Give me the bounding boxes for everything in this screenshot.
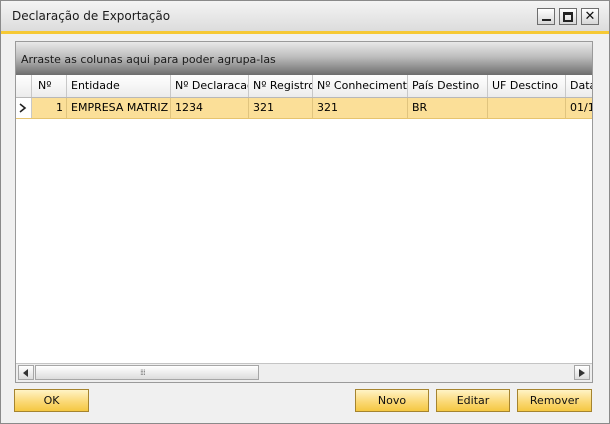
table-row[interactable]: 1 EMPRESA MATRIZ 1234 321 321 BR 01/1 [16, 98, 592, 119]
cell-numero[interactable]: 1 [32, 98, 67, 118]
horizontal-scrollbar[interactable]: ⁞⁞⁞ [16, 363, 592, 382]
column-header-declaracao[interactable]: Nº Declaracao [171, 75, 249, 97]
minimize-icon [542, 19, 551, 21]
header-row-selector [16, 75, 32, 97]
scroll-left-button[interactable] [18, 365, 34, 380]
column-header-entidade[interactable]: Entidade [67, 75, 171, 97]
title-bar[interactable]: Declaração de Exportação ✕ [1, 1, 609, 32]
edit-button[interactable]: Editar [436, 389, 510, 412]
ok-button[interactable]: OK [14, 389, 89, 412]
cell-pais-destino[interactable]: BR [408, 98, 488, 118]
row-pointer-icon [19, 103, 27, 113]
grid-header-row: Nº Entidade Nº Declaracao Nº Registro Nº… [16, 75, 592, 98]
maximize-button[interactable] [559, 8, 577, 25]
cell-entidade[interactable]: EMPRESA MATRIZ [67, 98, 171, 118]
column-header-conhecimento[interactable]: Nº Conhecimento [313, 75, 408, 97]
close-button[interactable]: ✕ [581, 8, 599, 25]
column-header-registro[interactable]: Nº Registro [249, 75, 313, 97]
cell-data[interactable]: 01/1 [566, 98, 592, 118]
row-selector[interactable] [16, 98, 32, 118]
cell-conhecimento[interactable]: 321 [313, 98, 408, 118]
new-button[interactable]: Novo [355, 389, 429, 412]
minimize-button[interactable] [537, 8, 555, 25]
scroll-right-button[interactable] [574, 365, 590, 380]
export-declarations-grid: Arraste as colunas aqui para poder agrup… [15, 41, 593, 383]
chevron-right-icon [579, 369, 585, 377]
scrollbar-thumb[interactable]: ⁞⁞⁞ [35, 365, 259, 380]
grip-icon: ⁞⁞⁞ [140, 368, 146, 377]
chevron-left-icon [23, 369, 28, 377]
column-header-uf-destino[interactable]: UF Desctino [488, 75, 566, 97]
window-title: Declaração de Exportação [12, 9, 171, 23]
column-header-numero[interactable]: Nº [32, 75, 67, 97]
cell-declaracao[interactable]: 1234 [171, 98, 249, 118]
cell-uf-destino[interactable] [488, 98, 566, 118]
cell-registro[interactable]: 321 [249, 98, 313, 118]
group-by-panel[interactable]: Arraste as colunas aqui para poder agrup… [16, 42, 592, 75]
remove-button[interactable]: Remover [517, 389, 592, 412]
export-declaration-window: Declaração de Exportação ✕ Arraste as co… [0, 0, 610, 424]
group-by-hint: Arraste as colunas aqui para poder agrup… [21, 53, 276, 66]
column-header-data[interactable]: Data [566, 75, 592, 97]
close-icon: ✕ [584, 9, 596, 24]
maximize-icon [563, 12, 573, 22]
title-accent-line [1, 31, 609, 34]
column-header-pais-destino[interactable]: País Destino [408, 75, 488, 97]
